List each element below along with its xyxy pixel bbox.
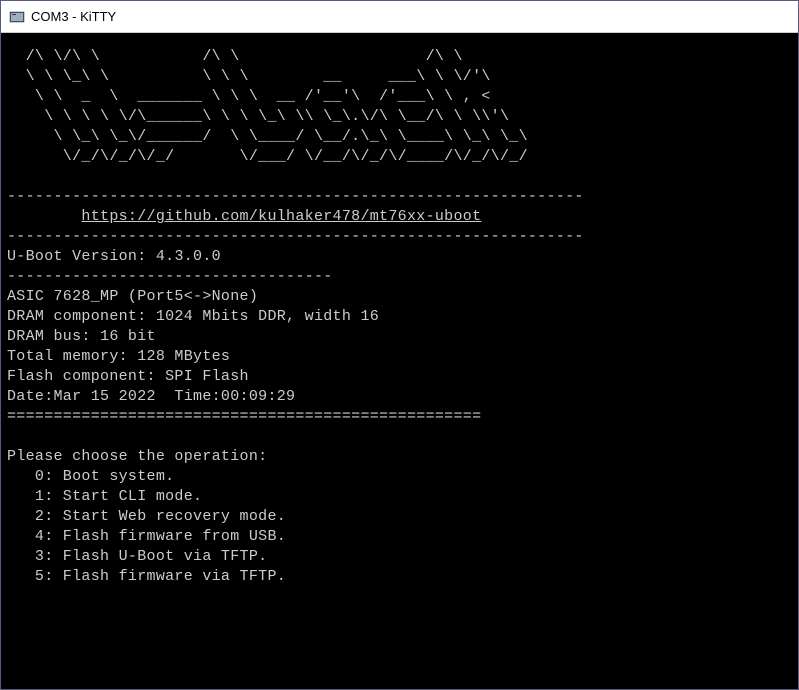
boot-options-list: 0: Boot system. 1: Start CLI mode. 2: St… (7, 468, 286, 585)
divider: ----------------------------------------… (7, 228, 584, 245)
asic-info: ASIC 7628_MP (Port5<->None) (7, 288, 258, 305)
window-title: COM3 - KiTTY (31, 9, 116, 24)
link-prefix (7, 208, 81, 225)
divider: ----------------------------------- (7, 268, 333, 285)
divider: ----------------------------------------… (7, 188, 584, 205)
ascii-art-logo: /\ \/\ \ /\ \ /\ \ \ \ \_\ \ \ \ \ __ __… (7, 47, 792, 167)
datetime: Date:Mar 15 2022 Time:00:09:29 (7, 388, 295, 405)
dram-bus: DRAM bus: 16 bit (7, 328, 156, 345)
window: COM3 - KiTTY /\ \/\ \ /\ \ /\ \ \ \ \_\ … (0, 0, 799, 690)
uboot-version: 4.3.0.0 (156, 248, 221, 265)
app-icon (9, 9, 25, 25)
repo-link[interactable]: https://github.com/kulhaker478/mt76xx-ub… (81, 208, 481, 225)
operation-prompt: Please choose the operation: (7, 448, 267, 465)
terminal-output[interactable]: /\ \/\ \ /\ \ /\ \ \ \ \_\ \ \ \ \ __ __… (1, 33, 798, 601)
titlebar[interactable]: COM3 - KiTTY (1, 1, 798, 33)
flash-component: Flash component: SPI Flash (7, 368, 249, 385)
uboot-version-label: U-Boot Version: (7, 248, 147, 265)
dram-component: DRAM component: 1024 Mbits DDR, width 16 (7, 308, 379, 325)
divider: ========================================… (7, 408, 481, 425)
total-memory: Total memory: 128 MBytes (7, 348, 230, 365)
